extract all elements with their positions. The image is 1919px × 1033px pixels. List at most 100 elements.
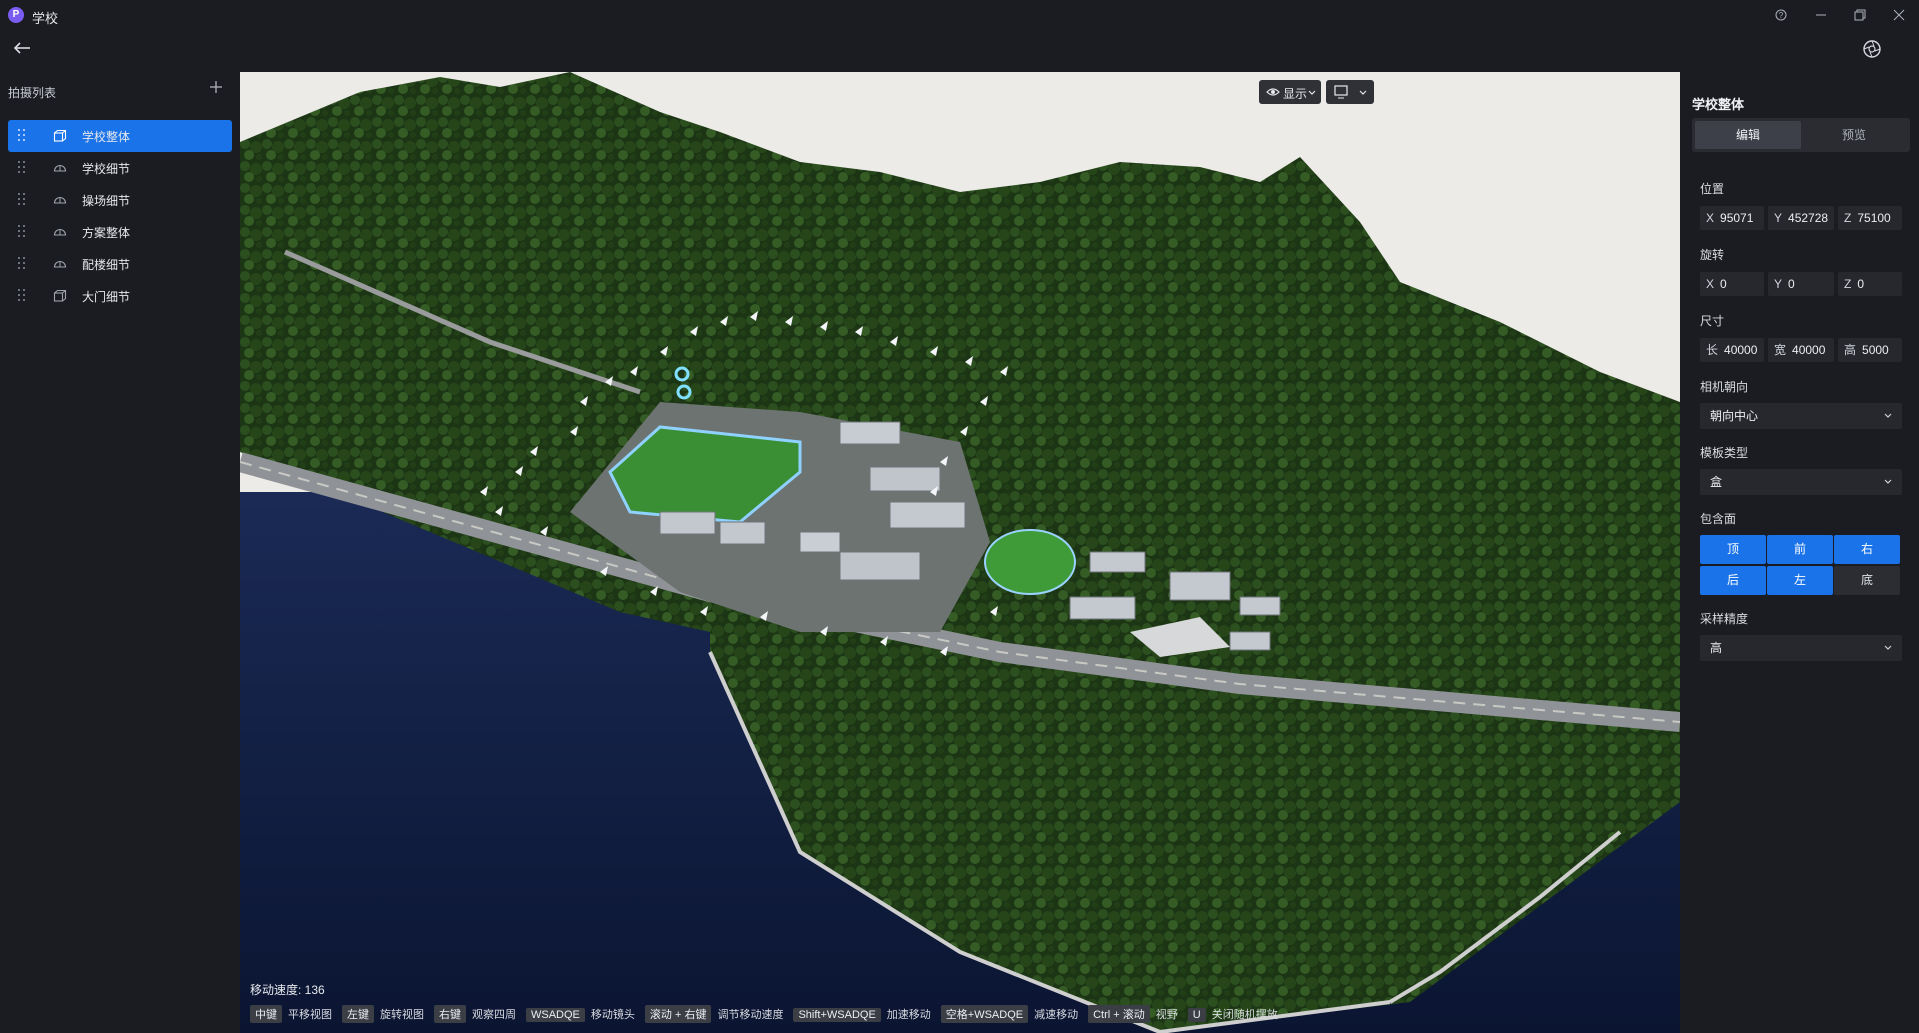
shortcut-desc: 平移视图 (288, 1009, 332, 1021)
shot-item[interactable]: 配楼细节 (8, 248, 232, 280)
window-title: 学校 (32, 11, 59, 26)
shortcut-hint: 滚动 + 右键 调节移动速度 (644, 1005, 784, 1023)
shortcut-hint: Ctrl + 滚动 视野 (1088, 1005, 1178, 1023)
sampling-value: 高 (1710, 641, 1723, 655)
drag-handle-icon[interactable] (18, 289, 26, 303)
shortcut-hint: U 关闭随机摆放 (1187, 1006, 1278, 1022)
shortcut-hint: Shift+WSADQE 加速移动 (793, 1006, 931, 1022)
camera-direction-value: 朝向中心 (1710, 409, 1759, 423)
shot-item-label: 大门细节 (82, 290, 131, 304)
tab-preview[interactable]: 预览 (1801, 121, 1907, 149)
cube-icon (53, 129, 67, 143)
sampling-select[interactable]: 高 (1700, 635, 1902, 661)
shortcut-desc: 关闭随机摆放 (1211, 1009, 1278, 1021)
position-x-field[interactable]: X 95071 (1700, 206, 1764, 230)
render-settings-icon[interactable] (1862, 39, 1886, 63)
template-type-select[interactable]: 盒 (1700, 469, 1902, 495)
display-toggle-button[interactable]: 显示 (1259, 80, 1321, 104)
shot-item[interactable]: 学校细节 (8, 152, 232, 184)
position-x-value: 95071 (1720, 211, 1754, 225)
close-icon[interactable] (1884, 5, 1914, 25)
shot-item[interactable]: 大门细节 (8, 280, 232, 312)
drag-handle-icon[interactable] (18, 193, 26, 207)
position-y-field[interactable]: Y 452728 (1768, 206, 1834, 230)
shot-item-label: 学校细节 (82, 162, 131, 176)
position-z-field[interactable]: Z 75100 (1838, 206, 1902, 230)
back-arrow-icon[interactable] (12, 38, 36, 62)
shortcut-hint: 左键 旋转视图 (342, 1005, 424, 1023)
face-toggle[interactable]: 右 (1834, 535, 1900, 564)
shortcut-desc: 调节移动速度 (717, 1009, 784, 1021)
shortcut-hints: 中键 平移视图 左键 旋转视图 右键 观察四周 WSADQE 移动镜头 滚动 + 右键 调节移动速… (250, 1005, 1288, 1023)
shortcut-desc: 减速移动 (1034, 1009, 1079, 1021)
move-speed-readout: 移动速度: 136 (250, 983, 325, 997)
rotation-x-field[interactable]: X0 (1700, 272, 1764, 296)
rotation-x-value: 0 (1720, 277, 1727, 291)
face-toggle[interactable]: 顶 (1700, 535, 1766, 564)
face-toggle[interactable]: 底 (1834, 566, 1900, 595)
scene-render[interactable] (240, 72, 1680, 1033)
shortcut-hint: 中键 平移视图 (250, 1005, 332, 1023)
face-toggle[interactable]: 左 (1767, 566, 1833, 595)
shortcut-key: Ctrl + 滚动 (1088, 1005, 1150, 1023)
help-icon[interactable]: ? (1766, 5, 1796, 25)
length-label: 长 (1706, 343, 1719, 357)
faces-label: 包含面 (1700, 512, 1737, 526)
shot-list: 学校整体学校细节操场细节方案整体配楼细节大门细节 (8, 120, 232, 312)
face-toggle[interactable]: 前 (1767, 535, 1833, 564)
width-label: 宽 (1774, 343, 1787, 357)
shortcut-hint: 空格+WSADQE 减速移动 (940, 1005, 1079, 1023)
drag-handle-icon[interactable] (18, 257, 26, 271)
position-y-value: 452728 (1788, 211, 1829, 225)
drag-handle-icon[interactable] (18, 161, 26, 175)
dome-icon (53, 257, 67, 271)
drag-handle-icon[interactable] (18, 225, 26, 239)
shot-item-label: 操场细节 (82, 194, 131, 208)
shot-item-label: 配楼细节 (82, 258, 131, 272)
shot-item[interactable]: 操场细节 (8, 184, 232, 216)
screen-icon (1334, 85, 1348, 99)
drag-handle-icon[interactable] (18, 129, 26, 143)
size-height-value: 5000 (1862, 343, 1889, 357)
rotation-z-field[interactable]: Z0 (1838, 272, 1902, 296)
shot-item[interactable]: 方案整体 (8, 216, 232, 248)
size-height-field[interactable]: 高 5000 (1838, 338, 1902, 362)
shot-item[interactable]: 学校整体 (8, 120, 232, 152)
display-toggle-label: 显示 (1283, 87, 1308, 101)
shortcut-hint: 右键 观察四周 (434, 1005, 516, 1023)
shot-item-label: 方案整体 (82, 226, 131, 240)
size-width-field[interactable]: 宽 40000 (1768, 338, 1834, 362)
z-label: Z (1844, 211, 1852, 225)
title-bar: P 学校 ? (0, 0, 1919, 30)
camera-direction-select[interactable]: 朝向中心 (1700, 403, 1902, 429)
view-mode-button[interactable] (1326, 80, 1374, 104)
shortcut-key: 空格+WSADQE (940, 1005, 1029, 1023)
shortcut-key: 滚动 + 右键 (644, 1005, 712, 1023)
restore-icon[interactable] (1845, 5, 1875, 25)
position-label: 位置 (1700, 182, 1725, 196)
shot-list-panel: 拍摄列表 学校整体 学校细节 操场细节 方案整体 配楼细节 大门细节 (0, 72, 240, 1033)
top-toolbar (0, 30, 1919, 72)
rotation-y-field[interactable]: Y0 (1768, 272, 1834, 296)
size-length-field[interactable]: 长 40000 (1700, 338, 1764, 362)
x-label: X (1706, 211, 1715, 225)
face-toggle[interactable]: 后 (1700, 566, 1766, 595)
minimize-icon[interactable] (1806, 5, 1836, 25)
dome-icon (53, 193, 67, 207)
tab-edit[interactable]: 编辑 (1695, 121, 1801, 149)
eye-icon (1266, 88, 1280, 96)
template-type-label: 模板类型 (1700, 446, 1749, 460)
chevron-down-icon (1884, 479, 1892, 484)
panel-title: 学校整体 (1692, 97, 1745, 112)
size-width-value: 40000 (1792, 343, 1826, 357)
y-label: Y (1774, 277, 1783, 291)
sampling-label: 采样精度 (1700, 612, 1749, 626)
shot-item-label: 学校整体 (82, 130, 131, 144)
shortcut-desc: 旋转视图 (380, 1009, 424, 1021)
app-logo: P (8, 7, 24, 23)
3d-viewport[interactable]: 显示 移动速度: 136 中键 平移视图 左键 旋转视图 右键 观察四周 WSADQE 移动镜… (240, 72, 1680, 1033)
dome-icon (53, 225, 67, 239)
template-type-value: 盒 (1710, 475, 1723, 489)
height-label: 高 (1844, 343, 1857, 357)
add-shot-icon[interactable] (206, 78, 226, 98)
